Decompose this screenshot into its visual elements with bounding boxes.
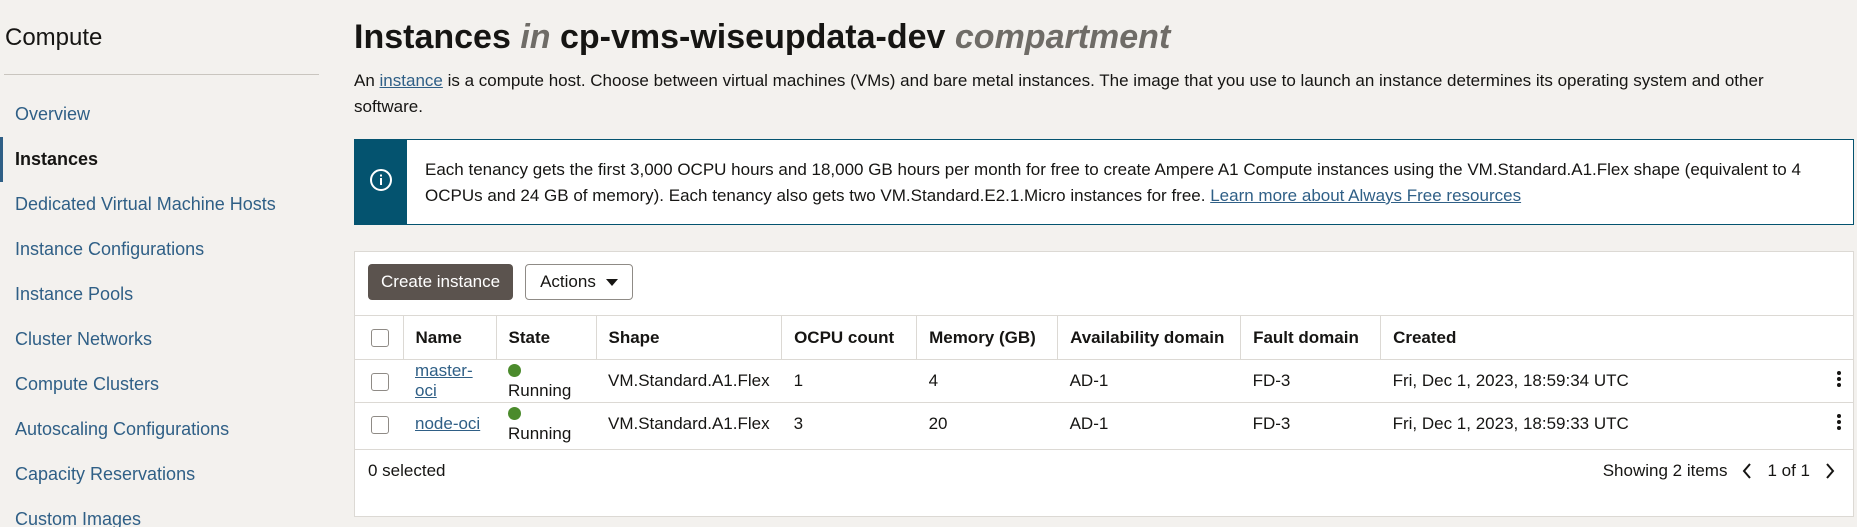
- row-actions-cell: [1825, 359, 1853, 403]
- kebab-icon[interactable]: [1836, 370, 1842, 392]
- row-checkbox[interactable]: [371, 372, 389, 391]
- page-indicator: 1 of 1: [1767, 461, 1810, 480]
- sidebar-item-instances[interactable]: Instances: [0, 137, 320, 182]
- title-suffix: compartment: [954, 18, 1171, 56]
- sidebar-item-custom-images[interactable]: Custom Images: [0, 497, 320, 527]
- cell-availability-domain: AD-1: [1057, 359, 1241, 403]
- cell-fault-domain: FD-3: [1240, 402, 1381, 446]
- table-footer: 0 selected Showing 2 items 1 of 1: [355, 449, 1853, 492]
- title-main: Instances: [354, 18, 511, 56]
- banner-text: Each tenancy gets the first 3,000 OCPU h…: [407, 140, 1853, 224]
- running-status-icon: [508, 364, 521, 377]
- cell-shape: VM.Standard.A1.Flex: [596, 359, 782, 403]
- sidebar-item-instance-configurations[interactable]: Instance Configurations: [0, 227, 320, 272]
- table-header-row: Name State Shape OCPU count Memory (GB) …: [355, 315, 1853, 360]
- instance-doc-link[interactable]: instance: [380, 71, 443, 90]
- banner-message: Each tenancy gets the first 3,000 OCPU h…: [425, 160, 1801, 205]
- intro-rest: is a compute host. Choose between virtua…: [354, 71, 1764, 116]
- create-instance-button[interactable]: Create instance: [368, 264, 514, 300]
- chevron-left-icon[interactable]: [1737, 461, 1757, 481]
- instance-name-link[interactable]: master-oci: [415, 361, 473, 400]
- header-state[interactable]: State: [496, 315, 597, 360]
- row-actions-cell: [1825, 402, 1853, 446]
- table-row: node-oci Running VM.Standard.A1.Flex 3 2…: [355, 402, 1853, 446]
- cell-ocpu: 1: [781, 359, 917, 403]
- header-created[interactable]: Created: [1380, 315, 1853, 360]
- row-select-cell: [355, 402, 403, 446]
- header-ocpu-count[interactable]: OCPU count: [781, 315, 918, 360]
- main-content: Instances in cp-vms-wiseupdata-dev compa…: [354, 0, 1857, 527]
- cell-state: Running: [496, 359, 596, 403]
- banner-icon-box: [355, 140, 407, 224]
- caret-down-icon: [605, 272, 618, 292]
- showing-count: Showing 2 items: [1602, 461, 1728, 480]
- actions-label: Actions: [540, 272, 596, 291]
- cell-availability-domain: AD-1: [1057, 402, 1241, 446]
- sidebar-title: Compute: [5, 24, 103, 51]
- select-all-cell: [355, 315, 404, 360]
- cell-fault-domain: FD-3: [1240, 359, 1381, 403]
- cell-memory: 20: [916, 402, 1058, 446]
- actions-button[interactable]: Actions: [525, 264, 633, 300]
- sidebar-item-cluster-networks[interactable]: Cluster Networks: [0, 317, 320, 362]
- table-row: master-oci Running VM.Standard.A1.Flex 1…: [355, 359, 1853, 403]
- sidebar-list: Overview Instances Dedicated Virtual Mac…: [0, 92, 320, 527]
- sidebar-item-autoscaling-configurations[interactable]: Autoscaling Configurations: [0, 407, 320, 452]
- instance-name-link[interactable]: node-oci: [415, 414, 480, 433]
- sidebar-item-overview[interactable]: Overview: [0, 92, 320, 137]
- instances-table: Name State Shape OCPU count Memory (GB) …: [355, 315, 1853, 446]
- always-free-link[interactable]: Learn more about Always Free resources: [1210, 186, 1521, 205]
- cell-ocpu: 3: [781, 402, 917, 446]
- sidebar-item-instance-pools[interactable]: Instance Pools: [0, 272, 320, 317]
- row-checkbox[interactable]: [371, 415, 389, 434]
- header-memory[interactable]: Memory (GB): [916, 315, 1059, 360]
- running-status-icon: [508, 407, 521, 421]
- sidebar-item-dedicated-vm-hosts[interactable]: Dedicated Virtual Machine Hosts: [0, 182, 320, 227]
- cell-memory: 4: [916, 359, 1058, 403]
- pagination: Showing 2 items 1 of 1: [1603, 461, 1840, 481]
- intro-text: An instance is a compute host. Choose be…: [354, 68, 1824, 120]
- cell-created: Fri, Dec 1, 2023, 18:59:33 UTC: [1380, 402, 1825, 446]
- cell-created: Fri, Dec 1, 2023, 18:59:34 UTC: [1380, 359, 1825, 403]
- title-in: in: [520, 18, 551, 56]
- cell-name: node-oci: [403, 402, 496, 446]
- always-free-banner: Each tenancy gets the first 3,000 OCPU h…: [354, 139, 1854, 225]
- info-icon: [369, 168, 393, 197]
- header-name[interactable]: Name: [403, 315, 497, 360]
- sidebar-item-capacity-reservations[interactable]: Capacity Reservations: [0, 452, 320, 497]
- sidebar-item-compute-clusters[interactable]: Compute Clusters: [0, 362, 320, 407]
- page: Compute Overview Instances Dedicated Vir…: [0, 0, 1857, 527]
- cell-name: master-oci: [403, 359, 496, 403]
- select-all-checkbox[interactable]: [371, 329, 389, 348]
- instances-table-panel: Create instance Actions Name State Shape: [354, 251, 1854, 517]
- header-fault-domain[interactable]: Fault domain: [1240, 315, 1382, 360]
- selected-count: 0 selected: [368, 461, 446, 480]
- cell-state: Running: [496, 402, 596, 446]
- kebab-icon[interactable]: [1836, 413, 1842, 435]
- chevron-right-icon[interactable]: [1820, 461, 1840, 481]
- table-toolbar: Create instance Actions: [368, 264, 633, 300]
- state-label: Running: [508, 424, 572, 444]
- intro-prefix: An: [354, 71, 375, 90]
- header-shape[interactable]: Shape: [596, 315, 783, 360]
- row-select-cell: [355, 359, 403, 403]
- compartment-name: cp-vms-wiseupdata-dev: [559, 18, 946, 56]
- sidebar: Compute Overview Instances Dedicated Vir…: [0, 0, 320, 527]
- page-title: Instances in cp-vms-wiseupdata-dev compa…: [354, 18, 1170, 57]
- cell-shape: VM.Standard.A1.Flex: [596, 402, 782, 446]
- state-label: Running: [508, 381, 572, 400]
- sidebar-divider: [4, 74, 319, 75]
- header-availability-domain[interactable]: Availability domain: [1057, 315, 1242, 360]
